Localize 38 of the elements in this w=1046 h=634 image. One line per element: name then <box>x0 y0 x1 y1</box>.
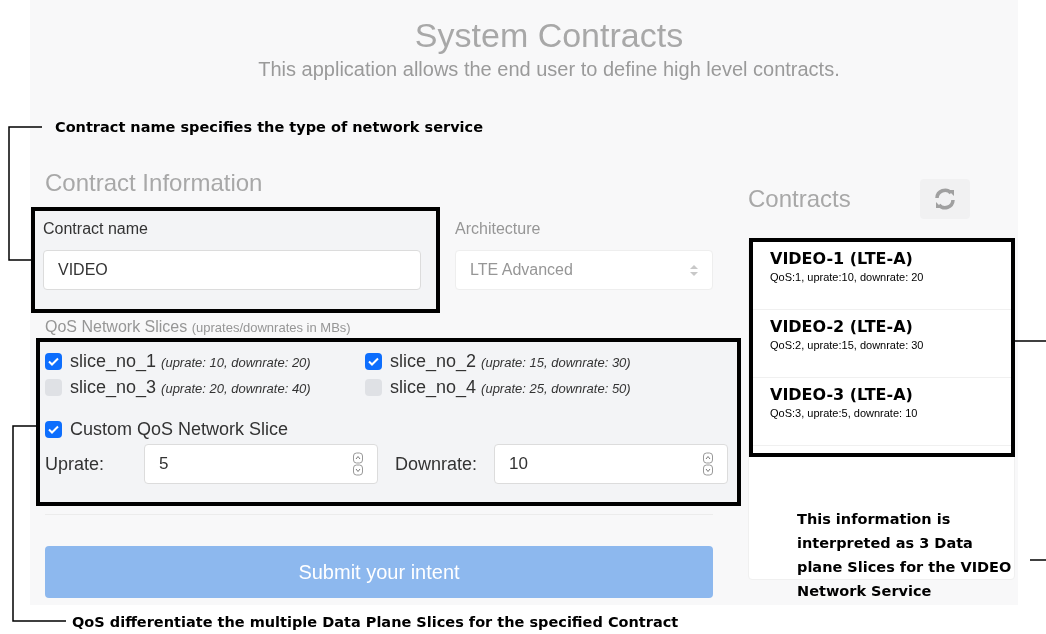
contract-title: VIDEO-1 (LTE-A) <box>770 248 913 270</box>
checkbox-label: slice_no_4 (uprate: 25, downrate: 50) <box>390 376 631 398</box>
field-label: Downrate: <box>395 453 479 475</box>
annotation-text: Contract name specifies the type of network service <box>55 118 483 137</box>
section-label: QoS Network Slices (uprates/downrates in MBs) <box>45 317 351 337</box>
contract-detail: QoS:2, uprate:15, downrate: 30 <box>770 338 924 352</box>
check-icon <box>48 356 59 366</box>
section-heading: Contracts <box>748 184 851 214</box>
page-title: System Contracts <box>414 16 684 54</box>
contract-title: VIDEO-3 (LTE-A) <box>770 384 913 406</box>
annotation-text: QoS differentiate the multiple Data Plane Slices for the specified Contract <box>72 613 679 632</box>
checkbox[interactable] <box>45 420 62 438</box>
checkbox-label: slice_no_2 (uprate: 15, downrate: 30) <box>390 350 631 372</box>
checkbox-label: Custom QoS Network Slice <box>70 418 289 440</box>
sort-caret-icon <box>690 264 698 276</box>
annotation-text: This information is interpreted as 3 Data plane Slices for the VIDEO Network Service <box>797 510 1013 601</box>
spinner-icon[interactable] <box>703 452 713 476</box>
contract-name-field[interactable]: VIDEO <box>43 250 421 290</box>
check-icon <box>368 356 379 366</box>
field-label: Contract name <box>43 219 148 239</box>
field-label: Uprate: <box>45 453 106 475</box>
downrate-field[interactable]: 10 <box>494 444 728 484</box>
checkbox-label: slice_no_3 (uprate: 20, downrate: 40) <box>70 376 311 398</box>
checkbox-label: slice_no_1 (uprate: 10, downrate: 20) <box>70 350 311 372</box>
contract-detail: QoS:3, uprate:5, downrate: 10 <box>770 406 918 420</box>
leader-line <box>1029 559 1046 561</box>
refresh-icon <box>933 188 957 210</box>
checkbox[interactable] <box>45 352 62 370</box>
contract-title: VIDEO-2 (LTE-A) <box>770 316 913 338</box>
page-subtitle: This application allows the end user to define high level contracts. <box>258 58 840 80</box>
spinner-icon[interactable] <box>353 452 363 476</box>
refresh-button[interactable] <box>920 179 970 219</box>
checkbox[interactable] <box>365 352 382 370</box>
section-heading: Contract Information <box>45 169 263 196</box>
contract-detail: QoS:1, uprate:10, downrate: 20 <box>770 270 924 284</box>
field-label: Architecture <box>455 219 541 239</box>
uprate-field[interactable]: 5 <box>144 444 378 484</box>
check-icon <box>48 424 59 434</box>
